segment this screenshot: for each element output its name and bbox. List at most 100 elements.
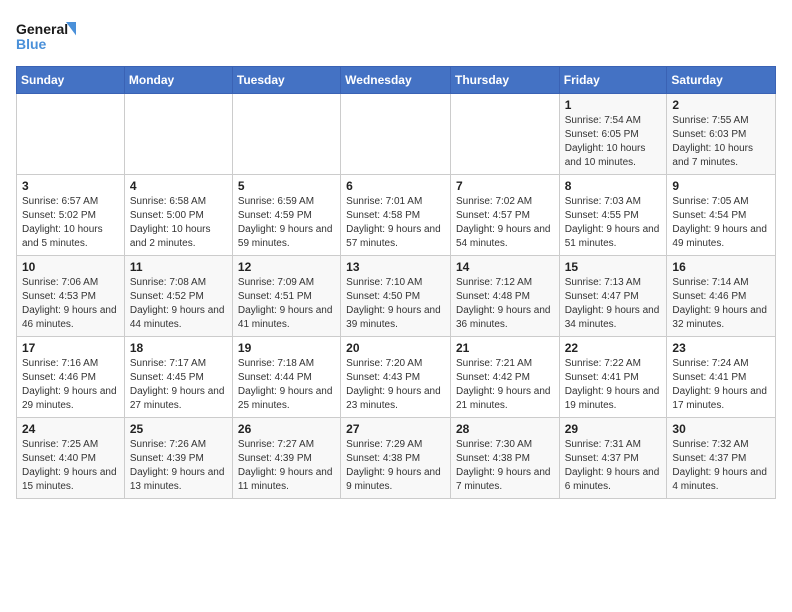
day-info: Sunrise: 7:10 AM Sunset: 4:50 PM Dayligh… [346, 276, 445, 332]
day-number: 6 [346, 179, 445, 193]
day-number: 30 [672, 422, 770, 436]
calendar-day-cell: 12Sunrise: 7:09 AM Sunset: 4:51 PM Dayli… [232, 256, 340, 337]
calendar-day-cell: 28 Sunrise: 7:30 AM Sunset: 4:38 PM Dayli… [450, 418, 559, 499]
weekday-header-cell: Friday [559, 67, 667, 94]
day-number: 14 [456, 260, 554, 274]
day-info: Sunrise: 7:21 AM Sunset: 4:42 PM Dayligh… [456, 357, 554, 413]
calendar-day-cell: 14 Sunrise: 7:12 AM Sunset: 4:48 PM Dayli… [450, 256, 559, 337]
day-info: Sunrise: 7:30 AM Sunset: 4:38 PM Dayligh… [456, 438, 554, 494]
weekday-header-cell: Monday [124, 67, 232, 94]
calendar-day-cell: 1 Sunrise: 7:54 AM Sunset: 6:05 PM Daylig… [559, 94, 667, 175]
day-info: Sunrise: 7:03 AM Sunset: 4:55 PM Dayligh… [565, 195, 662, 251]
day-number: 23 [672, 341, 770, 355]
calendar-day-cell [450, 94, 559, 175]
calendar-day-cell: 21 Sunrise: 7:21 AM Sunset: 4:42 PM Dayli… [450, 337, 559, 418]
calendar-day-cell: 8Sunrise: 7:03 AM Sunset: 4:55 PM Daylig… [559, 175, 667, 256]
calendar-week-row: 24 Sunrise: 7:25 AM Sunset: 4:40 PM Dayli… [17, 418, 776, 499]
day-number: 16 [672, 260, 770, 274]
calendar-table: SundayMondayTuesdayWednesdayThursdayFrid… [16, 66, 776, 499]
day-info: Sunrise: 7:32 AM Sunset: 4:37 PM Dayligh… [672, 438, 770, 494]
day-number: 4 [130, 179, 227, 193]
day-number: 5 [238, 179, 335, 193]
day-info: Sunrise: 7:05 AM Sunset: 4:54 PM Dayligh… [672, 195, 770, 251]
day-info: Sunrise: 7:22 AM Sunset: 4:41 PM Dayligh… [565, 357, 662, 413]
calendar-week-row: 1 Sunrise: 7:54 AM Sunset: 6:05 PM Daylig… [17, 94, 776, 175]
calendar-day-cell: 27 Sunrise: 7:29 AM Sunset: 4:38 PM Dayli… [341, 418, 451, 499]
logo-svg: GeneralBlue [16, 16, 76, 56]
calendar-day-cell: 26 Sunrise: 7:27 AM Sunset: 4:39 PM Dayli… [232, 418, 340, 499]
day-info: Sunrise: 7:02 AM Sunset: 4:57 PM Dayligh… [456, 195, 554, 251]
calendar-day-cell: 20 Sunrise: 7:20 AM Sunset: 4:43 PM Dayli… [341, 337, 451, 418]
day-info: Sunrise: 7:13 AM Sunset: 4:47 PM Dayligh… [565, 276, 662, 332]
weekday-header-cell: Wednesday [341, 67, 451, 94]
day-number: 1 [565, 98, 662, 112]
day-info: Sunrise: 7:09 AM Sunset: 4:51 PM Dayligh… [238, 276, 335, 332]
day-number: 10 [22, 260, 119, 274]
day-info: Sunrise: 6:58 AM Sunset: 5:00 PM Dayligh… [130, 195, 227, 251]
calendar-day-cell: 16 Sunrise: 7:14 AM Sunset: 4:46 PM Dayli… [667, 256, 776, 337]
day-info: Sunrise: 7:29 AM Sunset: 4:38 PM Dayligh… [346, 438, 445, 494]
calendar-day-cell: 15 Sunrise: 7:13 AM Sunset: 4:47 PM Dayli… [559, 256, 667, 337]
day-number: 15 [565, 260, 662, 274]
weekday-header-row: SundayMondayTuesdayWednesdayThursdayFrid… [17, 67, 776, 94]
calendar-day-cell [341, 94, 451, 175]
day-number: 7 [456, 179, 554, 193]
day-info: Sunrise: 7:24 AM Sunset: 4:41 PM Dayligh… [672, 357, 770, 413]
day-number: 28 [456, 422, 554, 436]
day-info: Sunrise: 6:59 AM Sunset: 4:59 PM Dayligh… [238, 195, 335, 251]
day-info: Sunrise: 7:25 AM Sunset: 4:40 PM Dayligh… [22, 438, 119, 494]
day-number: 24 [22, 422, 119, 436]
day-info: Sunrise: 7:27 AM Sunset: 4:39 PM Dayligh… [238, 438, 335, 494]
calendar-body: 1 Sunrise: 7:54 AM Sunset: 6:05 PM Daylig… [17, 94, 776, 499]
calendar-day-cell: 9 Sunrise: 7:05 AM Sunset: 4:54 PM Daylig… [667, 175, 776, 256]
calendar-day-cell: 10 Sunrise: 7:06 AM Sunset: 4:53 PM Dayli… [17, 256, 125, 337]
svg-text:Blue: Blue [16, 36, 47, 52]
calendar-day-cell: 25Sunrise: 7:26 AM Sunset: 4:39 PM Dayli… [124, 418, 232, 499]
calendar-day-cell [124, 94, 232, 175]
calendar-day-cell: 24 Sunrise: 7:25 AM Sunset: 4:40 PM Dayli… [17, 418, 125, 499]
weekday-header-cell: Sunday [17, 67, 125, 94]
logo: GeneralBlue [16, 16, 76, 56]
calendar-day-cell: 29Sunrise: 7:31 AM Sunset: 4:37 PM Dayli… [559, 418, 667, 499]
day-info: Sunrise: 7:31 AM Sunset: 4:37 PM Dayligh… [565, 438, 662, 494]
day-number: 17 [22, 341, 119, 355]
day-info: Sunrise: 7:18 AM Sunset: 4:44 PM Dayligh… [238, 357, 335, 413]
calendar-day-cell: 4 Sunrise: 6:58 AM Sunset: 5:00 PM Daylig… [124, 175, 232, 256]
day-info: Sunrise: 7:06 AM Sunset: 4:53 PM Dayligh… [22, 276, 119, 332]
day-number: 21 [456, 341, 554, 355]
day-number: 19 [238, 341, 335, 355]
day-info: Sunrise: 7:01 AM Sunset: 4:58 PM Dayligh… [346, 195, 445, 251]
calendar-day-cell: 17 Sunrise: 7:16 AM Sunset: 4:46 PM Dayli… [17, 337, 125, 418]
day-info: Sunrise: 7:54 AM Sunset: 6:05 PM Dayligh… [565, 114, 662, 170]
day-number: 18 [130, 341, 227, 355]
day-number: 25 [130, 422, 227, 436]
day-number: 9 [672, 179, 770, 193]
calendar-week-row: 3 Sunrise: 6:57 AM Sunset: 5:02 PM Daylig… [17, 175, 776, 256]
calendar-day-cell: 6 Sunrise: 7:01 AM Sunset: 4:58 PM Daylig… [341, 175, 451, 256]
day-info: Sunrise: 7:14 AM Sunset: 4:46 PM Dayligh… [672, 276, 770, 332]
day-info: Sunrise: 7:08 AM Sunset: 4:52 PM Dayligh… [130, 276, 227, 332]
day-info: Sunrise: 7:55 AM Sunset: 6:03 PM Dayligh… [672, 114, 770, 170]
day-number: 11 [130, 260, 227, 274]
calendar-day-cell [232, 94, 340, 175]
day-info: Sunrise: 7:20 AM Sunset: 4:43 PM Dayligh… [346, 357, 445, 413]
weekday-header-cell: Tuesday [232, 67, 340, 94]
day-number: 26 [238, 422, 335, 436]
svg-text:General: General [16, 21, 68, 37]
day-number: 13 [346, 260, 445, 274]
calendar-day-cell: 19 Sunrise: 7:18 AM Sunset: 4:44 PM Dayli… [232, 337, 340, 418]
day-number: 27 [346, 422, 445, 436]
calendar-day-cell: 30 Sunrise: 7:32 AM Sunset: 4:37 PM Dayli… [667, 418, 776, 499]
page-header: GeneralBlue [16, 16, 776, 56]
day-info: Sunrise: 7:12 AM Sunset: 4:48 PM Dayligh… [456, 276, 554, 332]
calendar-day-cell: 22Sunrise: 7:22 AM Sunset: 4:41 PM Dayli… [559, 337, 667, 418]
day-number: 20 [346, 341, 445, 355]
weekday-header-cell: Thursday [450, 67, 559, 94]
calendar-week-row: 17 Sunrise: 7:16 AM Sunset: 4:46 PM Dayli… [17, 337, 776, 418]
day-info: Sunrise: 7:16 AM Sunset: 4:46 PM Dayligh… [22, 357, 119, 413]
day-info: Sunrise: 6:57 AM Sunset: 5:02 PM Dayligh… [22, 195, 119, 251]
calendar-day-cell [17, 94, 125, 175]
day-number: 3 [22, 179, 119, 193]
day-info: Sunrise: 7:17 AM Sunset: 4:45 PM Dayligh… [130, 357, 227, 413]
calendar-day-cell: 23 Sunrise: 7:24 AM Sunset: 4:41 PM Dayli… [667, 337, 776, 418]
